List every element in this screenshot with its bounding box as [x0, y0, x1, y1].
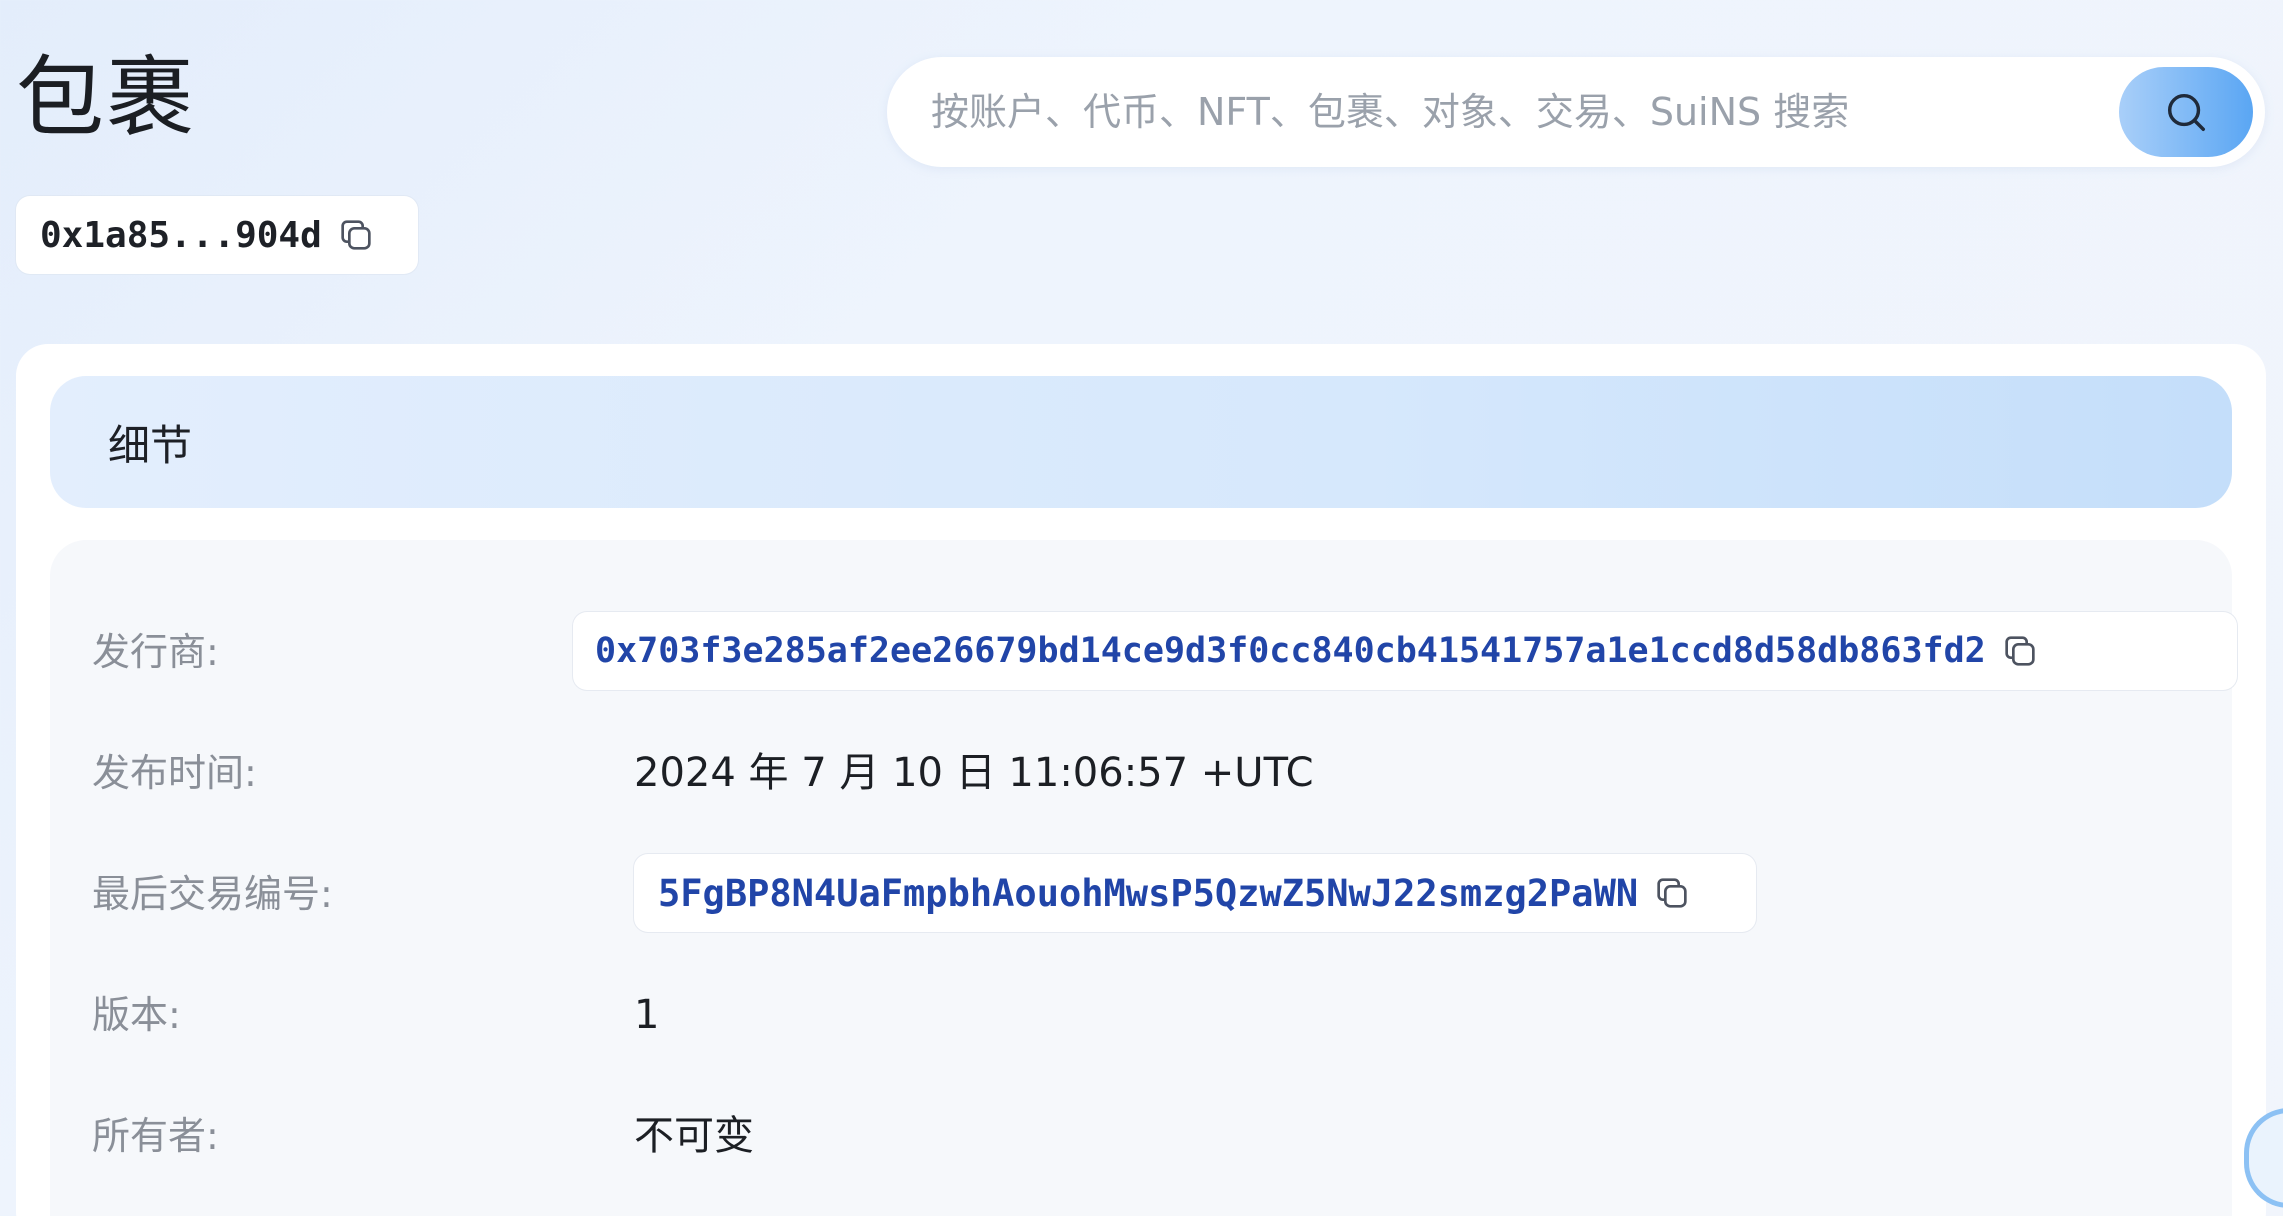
search-button[interactable]	[2119, 67, 2253, 157]
details-panel: 发行商: 0x703f3e285af2ee26679bd14ce9d3f0cc8…	[50, 540, 2237, 1216]
details-title: 细节	[108, 420, 193, 470]
package-address[interactable]: 0x1a85...904d	[40, 215, 322, 256]
details-card: 细节 发行商: 0x703f3e285af2ee26679bd14ce9d3f0…	[16, 344, 2266, 1216]
search-bar	[887, 57, 2265, 167]
last-transaction-link[interactable]: 5FgBP8N4UaFmpbhAouohMwsP5QzwZ5NwJ22smzg2…	[658, 872, 1638, 915]
copy-icon[interactable]	[336, 215, 376, 255]
publisher-address-link[interactable]: 0x703f3e285af2ee26679bd14ce9d3f0cc840cb4…	[595, 631, 1986, 671]
detail-row-owner: 所有者: 不可变	[50, 1096, 2232, 1176]
last-transaction-chip: 5FgBP8N4UaFmpbhAouohMwsP5QzwZ5NwJ22smzg2…	[634, 854, 1756, 932]
detail-row-publisher: 发行商: 0x703f3e285af2ee26679bd14ce9d3f0cc8…	[50, 612, 2237, 692]
search-input[interactable]	[931, 57, 2111, 167]
copy-icon[interactable]	[1652, 873, 1692, 913]
copy-icon[interactable]	[2000, 631, 2040, 671]
package-address-chip: 0x1a85...904d	[16, 196, 418, 274]
detail-row-publish-time: 发布时间: 2024 年 7 月 10 日 11:06:57 +UTC	[50, 733, 2232, 813]
publisher-label: 发行商:	[92, 630, 219, 674]
publish-time-value: 2024 年 7 月 10 日 11:06:57 +UTC	[634, 750, 1314, 796]
page-title: 包裹	[16, 46, 197, 149]
publish-time-label: 发布时间:	[92, 751, 257, 795]
owner-value: 不可变	[634, 1113, 754, 1159]
owner-label: 所有者:	[92, 1114, 219, 1158]
detail-row-version: 版本: 1	[50, 975, 2232, 1055]
publisher-chip: 0x703f3e285af2ee26679bd14ce9d3f0cc840cb4…	[573, 612, 2237, 690]
details-section-header[interactable]: 细节	[50, 376, 2232, 508]
detail-row-last-transaction: 最后交易编号: 5FgBP8N4UaFmpbhAouohMwsP5QzwZ5Nw…	[50, 854, 2232, 934]
version-value: 1	[634, 992, 660, 1038]
version-label: 版本:	[92, 993, 181, 1037]
last-transaction-label: 最后交易编号:	[92, 872, 333, 916]
search-icon	[2167, 93, 2205, 131]
